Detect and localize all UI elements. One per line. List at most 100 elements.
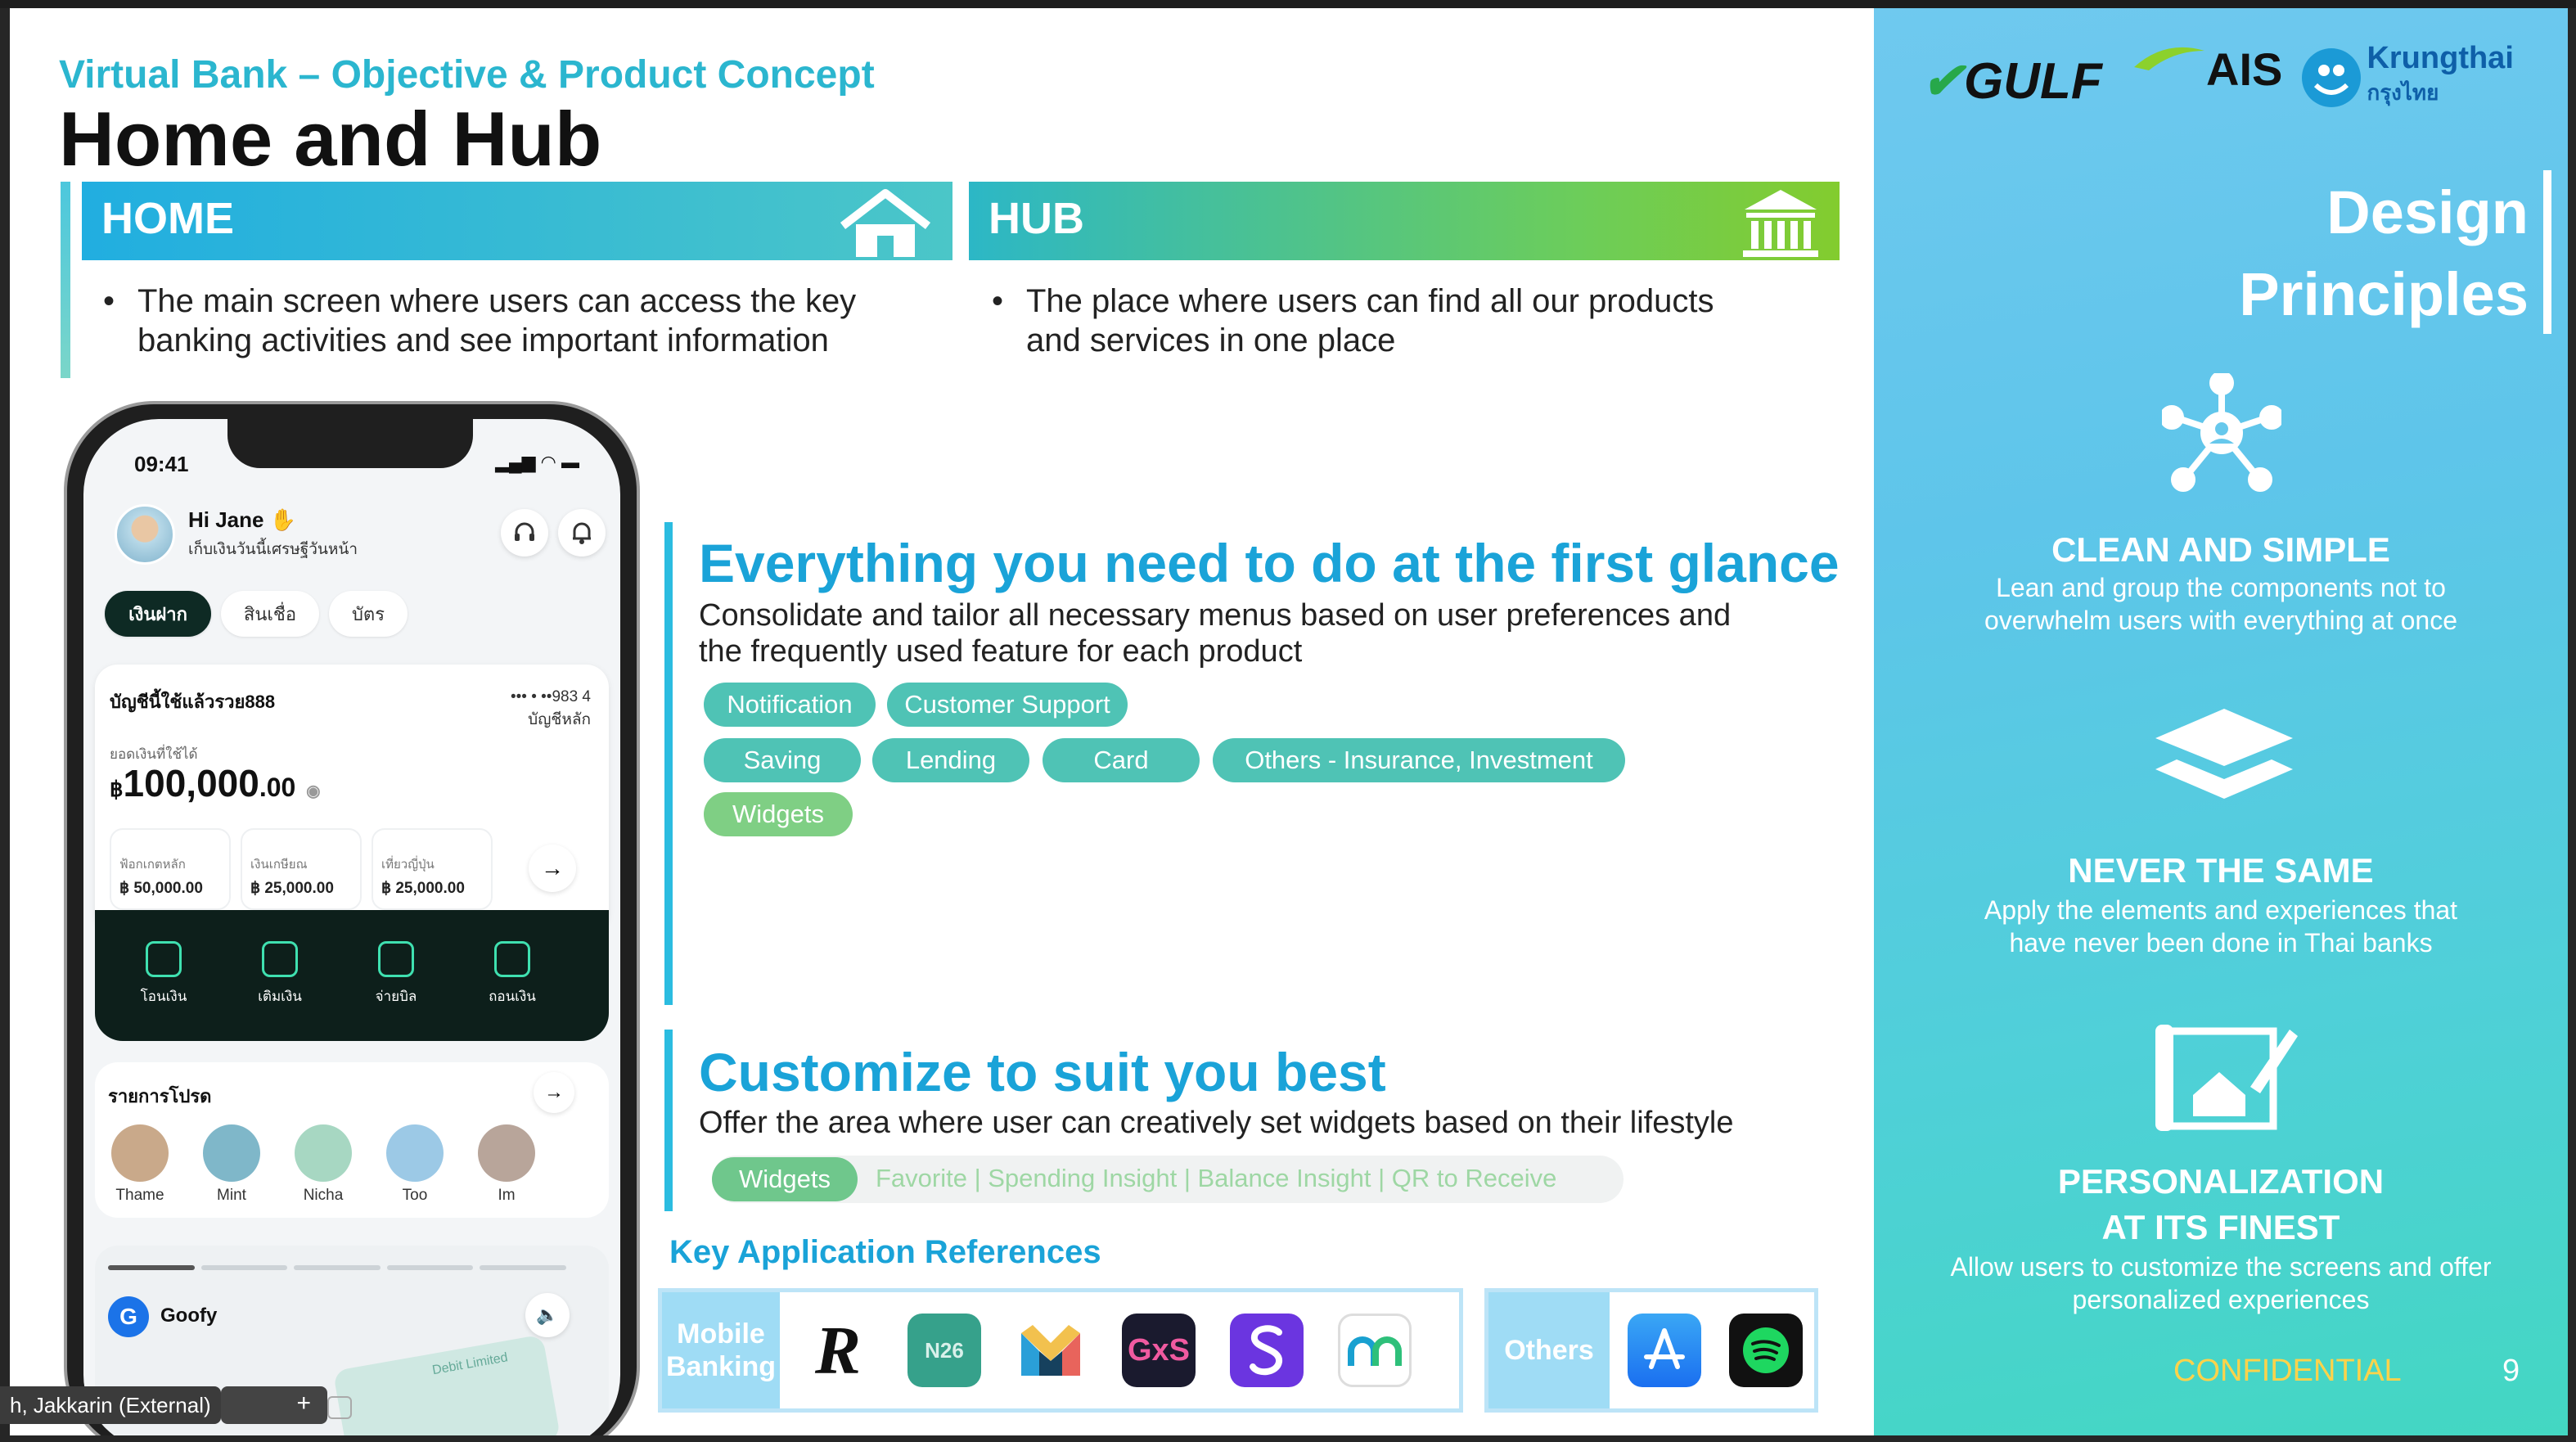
pill-lending: Lending	[872, 738, 1029, 782]
pill-card: Card	[1043, 738, 1200, 782]
s-letter-icon	[1250, 1325, 1282, 1376]
title-line1: Design	[2326, 178, 2529, 246]
favorite-contact[interactable]: Thame	[103, 1124, 177, 1205]
section1-rule	[664, 522, 673, 1005]
action-label: เติมเงิน	[258, 989, 302, 1004]
shield-s-logo	[1230, 1314, 1304, 1387]
withdraw-icon	[494, 941, 530, 977]
transfer-icon	[146, 941, 182, 977]
favorite-contact[interactable]: Too	[378, 1124, 452, 1205]
pocket-label: เที่ยวญี่ปุ่น	[381, 858, 435, 872]
action-withdraw[interactable]: ถอนเงิน	[463, 941, 561, 1007]
phone-mockup: 09:41 ▂▄▆ ◠ ▬ Hi Jane ✋ เก็บเงินวันนี้เศ…	[64, 401, 640, 1435]
support-button[interactable]	[501, 509, 548, 557]
principle-title-clean: CLEAN AND SIMPLE	[2051, 530, 2390, 569]
account-number: ••• • ••983 4 บัญชีหลัก	[511, 686, 591, 732]
debit-card-image: Debit Limited	[332, 1334, 561, 1435]
contact-name: Thame	[115, 1187, 164, 1204]
pill-saving: Saving	[704, 738, 861, 782]
mobile-label-2: Banking	[665, 1351, 777, 1382]
section1-heading: Everything you need to do at the first g…	[699, 533, 1840, 593]
section1-text-line1: Consolidate and tailor all necessary men…	[699, 598, 1732, 633]
desc-line2: personalized experiences	[2072, 1285, 2370, 1314]
action-transfer[interactable]: โอนเงิน	[115, 941, 213, 1007]
contact-avatar	[203, 1124, 260, 1182]
account-card[interactable]: บัญชีนี้ใช้แล้วรวย888 ••• • ••983 4 บัญช…	[95, 665, 609, 935]
spotify-logo	[1729, 1314, 1803, 1387]
card-text: Debit Limited	[430, 1350, 509, 1378]
design-principles-title: Design Principles	[2239, 172, 2529, 336]
title-line1: PERSONALIZATION	[2057, 1162, 2385, 1201]
tab-deposit[interactable]: เงินฝาก	[105, 591, 211, 637]
sound-button[interactable]: 🔈	[525, 1293, 570, 1337]
meeting-toolbar-button[interactable]: +	[221, 1386, 327, 1424]
balance: ฿100,000.00 ◉	[110, 761, 321, 805]
action-topup[interactable]: เติมเงิน	[231, 941, 329, 1007]
video-camera-icon[interactable]	[327, 1396, 352, 1419]
principle-title-personalization: PERSONALIZATION AT ITS FINEST	[1874, 1159, 2568, 1250]
app-store-icon	[1644, 1328, 1685, 1369]
confidential-label: CONFIDENTIAL	[2173, 1354, 2402, 1388]
participant-name-tag: h, Jakkarin (External)	[0, 1386, 221, 1424]
contact-avatar	[386, 1124, 444, 1182]
favorites-title: รายการโปรด	[108, 1086, 212, 1106]
bank-icon	[1743, 190, 1818, 257]
account-type: บัญชีหลัก	[528, 711, 591, 728]
n26-logo: N26	[907, 1314, 981, 1387]
network-icon	[2162, 373, 2281, 492]
pockets-more-button[interactable]: →	[529, 845, 576, 892]
page-number: 9	[2502, 1354, 2520, 1388]
references-heading: Key Application References	[669, 1234, 1101, 1270]
contact-avatar	[295, 1124, 352, 1182]
topup-icon	[262, 941, 298, 977]
desc-line1: Lean and group the components not to	[1996, 573, 2446, 602]
slide-subtitle: Virtual Bank – Objective & Product Conce…	[59, 53, 875, 97]
monzo-m-icon	[1021, 1325, 1080, 1376]
avatar[interactable]	[115, 504, 175, 565]
favorite-contact[interactable]: Im	[470, 1124, 543, 1205]
contact-avatar	[478, 1124, 535, 1182]
monzo-logo	[1014, 1314, 1088, 1387]
favorites-more-button[interactable]: →	[534, 1072, 574, 1113]
favorite-contact[interactable]: Nicha	[286, 1124, 360, 1205]
balance-value: 100,000	[123, 762, 259, 804]
wave-icon: ✋	[269, 507, 297, 532]
hub-desc-line2: and services in one place	[1026, 322, 1396, 358]
krungthai-th: กรุงไทย	[2367, 80, 2439, 105]
ais-logo: AIS	[2132, 43, 2282, 96]
favorite-contact[interactable]: Mint	[195, 1124, 268, 1205]
contact-name: Too	[402, 1187, 428, 1204]
eye-icon[interactable]: ◉	[306, 782, 320, 800]
desc-line1: Apply the elements and experiences that	[1984, 895, 2458, 925]
pill-widgets: Widgets	[704, 792, 853, 836]
goofy-name: Goofy	[160, 1305, 218, 1327]
hub-desc-line1: The place where users can find all our p…	[1026, 283, 1714, 319]
hub-header-label: HUB	[989, 194, 1084, 243]
hub-header: HUB	[969, 182, 1840, 260]
pocket-card[interactable]: ฟ้อกเกตหลัก ฿ 50,000.00	[110, 828, 231, 910]
tab-card[interactable]: บัตร	[329, 591, 408, 637]
pocket-card[interactable]: เที่ยวญี่ปุ่น ฿ 25,000.00	[372, 828, 493, 910]
pocket-card[interactable]: เงินเกษียณ ฿ 25,000.00	[241, 828, 362, 910]
arrow-right-icon: →	[541, 855, 564, 881]
speaker-icon: 🔈	[536, 1305, 559, 1325]
house-icon	[840, 189, 931, 257]
other-references: Others	[1484, 1288, 1818, 1413]
greeting-subtitle: เก็บเงินวันนี้เศรษฐีวันหน้า	[188, 541, 358, 558]
action-paybill[interactable]: จ่ายบิล	[347, 941, 445, 1007]
principle-title-never: NEVER THE SAME	[2068, 851, 2374, 890]
tab-loan[interactable]: สินเชื่อ	[221, 591, 319, 637]
contact-name: Nicha	[303, 1187, 344, 1204]
pill-widgets-2: Widgets	[712, 1157, 858, 1201]
window-top-bar	[0, 0, 2576, 8]
desc-line1: Allow users to customize the screens and…	[1950, 1252, 2492, 1282]
krungthai-en: Krungthai	[2367, 41, 2514, 75]
pocket-label: เงินเกษียณ	[250, 858, 308, 872]
notification-button[interactable]	[558, 509, 606, 557]
favorites-panel: รายการโปรด → Thame Mint Nicha Too Im	[95, 1062, 609, 1218]
section2-rule	[664, 1030, 673, 1211]
screen-share-stage: Virtual Bank – Objective & Product Conce…	[0, 0, 2576, 1442]
headset-icon	[515, 522, 534, 541]
gulf-text: GULF	[1963, 53, 2102, 110]
revolut-logo: R	[801, 1313, 875, 1389]
